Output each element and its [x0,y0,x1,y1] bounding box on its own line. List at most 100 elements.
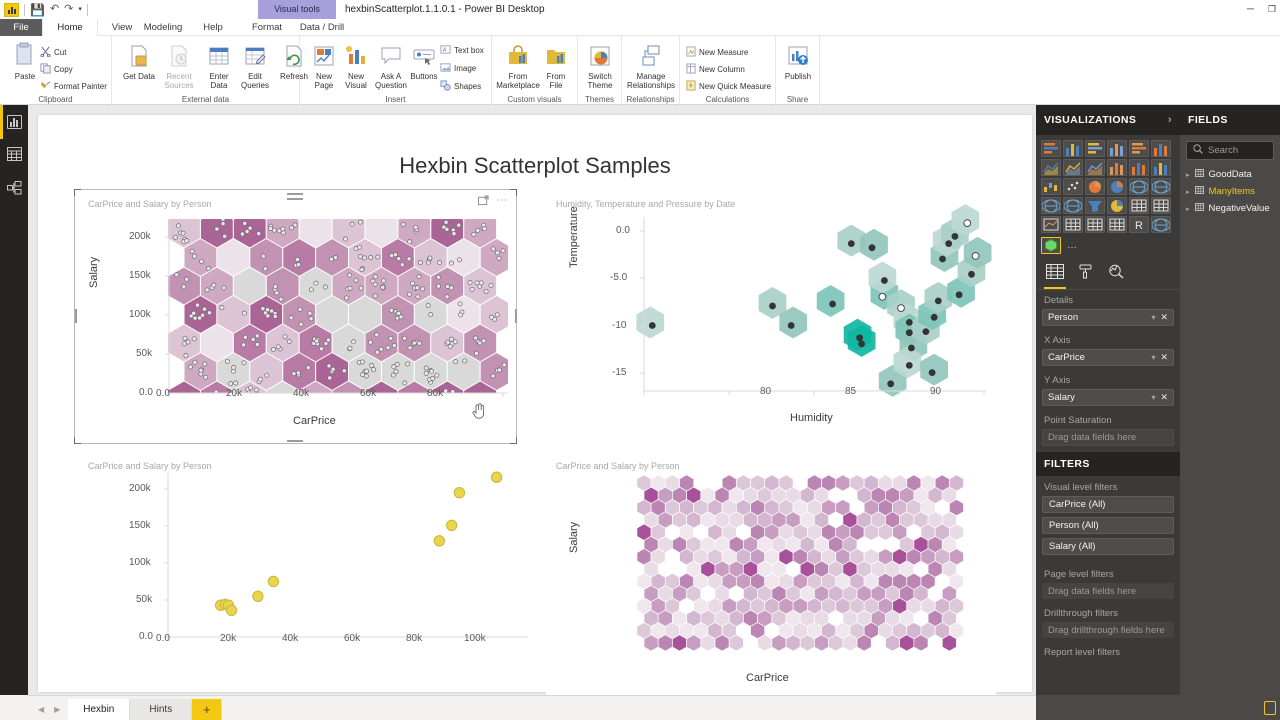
fit-to-page-icon[interactable] [1264,701,1276,715]
ribbon-recent-sources-button[interactable]: Recent Sources [158,44,200,90]
resize-handle-top-left[interactable] [74,189,81,196]
page-nav-arrows[interactable]: ◀ ▶ [28,705,68,720]
ribbon-buttons-button[interactable]: Buttons [408,44,440,81]
ribbon-from-marketplace-button[interactable]: From Marketplace [496,44,540,90]
shape-map-icon[interactable] [1063,197,1083,214]
resize-handle-top-2[interactable] [287,198,303,200]
drillthrough-filters-dropzone[interactable]: Drag drillthrough fields here [1042,622,1174,638]
customize-qat-icon[interactable]: ▾ [78,6,82,13]
ribbon-manage-relationships-button[interactable]: Manage Relationships [626,44,676,90]
sidebar-item-model-view[interactable] [0,173,28,207]
matrix-icon[interactable] [1107,216,1127,233]
stacked-bar-chart-icon[interactable] [1041,140,1061,157]
r-script-visual-icon[interactable]: R [1129,216,1149,233]
more-options-icon[interactable]: ⋯ [497,195,508,206]
page-level-filters-dropzone[interactable]: Drag data fields here [1042,583,1174,599]
page-tab-hexbin[interactable]: Hexbin [68,699,131,720]
hundred-percent-stacked-column-icon[interactable] [1151,140,1171,157]
more-visuals-icon[interactable]: … [1067,240,1078,251]
scatter-chart-icon[interactable] [1063,178,1083,195]
ribbon-new-visual-button[interactable]: New Visual [340,44,372,90]
filter-chip-salary[interactable]: Salary (All) [1042,538,1174,555]
hundred-percent-stacked-bar-icon[interactable] [1129,140,1149,157]
well-dropzone-point-saturation[interactable]: Drag data fields here [1042,429,1174,446]
gauge-icon[interactable] [1107,197,1127,214]
sidebar-item-data-view[interactable] [0,139,28,173]
ribbon-text-box-button[interactable]: A Text box [440,44,484,57]
chevron-down-icon[interactable]: ▾ [1151,353,1155,362]
clustered-bar-chart-icon[interactable] [1085,140,1105,157]
ribbon-cut-button[interactable]: Cut [40,46,66,59]
chevron-down-icon[interactable]: ▾ [1151,313,1155,322]
resize-handle-top[interactable] [287,193,303,195]
ribbon-format-painter-button[interactable]: Format Painter [40,80,107,93]
ribbon-new-page-button[interactable]: New Page [306,44,342,90]
tab-help[interactable]: Help [192,19,234,36]
tab-modeling[interactable]: Modeling [132,19,194,36]
expand-icon[interactable]: ▸ [1186,171,1190,179]
hexbin-scatterplot-custom-visual-icon[interactable] [1041,237,1061,254]
ribbon-edit-queries-button[interactable]: Edit Queries [236,44,274,90]
ribbon-copy-button[interactable]: Copy [40,63,73,76]
well-chip-salary[interactable]: Salary ▾ ✕ [1042,389,1174,406]
tab-data-drill[interactable]: Data / Drill [292,19,352,36]
fields-grid-icon[interactable] [1044,264,1066,289]
tab-file[interactable]: File [0,19,42,36]
next-page-icon[interactable]: ▶ [54,705,60,714]
field-table-manyitems[interactable]: ▸ ManyItems [1180,183,1280,200]
expand-icon[interactable]: ▸ [1186,205,1190,213]
filled-map-icon[interactable] [1041,197,1061,214]
ribbon-from-file-button[interactable]: From File [540,44,572,90]
tab-format[interactable]: Format [244,19,290,36]
ribbon-publish-button[interactable]: Publish [780,44,816,81]
resize-handle-left[interactable] [75,309,77,323]
kpi-icon[interactable] [1041,216,1061,233]
tab-home[interactable]: Home [42,19,98,36]
add-page-button[interactable]: + [192,699,223,720]
visual-carprice-salary-scatter[interactable]: CarPrice and Salary by Person 0.0 20k 40… [78,455,530,685]
page-tab-hints[interactable]: Hints [130,699,193,720]
resize-handle-right[interactable] [515,309,517,323]
table-icon[interactable] [1085,216,1105,233]
filter-chip-carprice[interactable]: CarPrice (All) [1042,496,1174,513]
line-clustered-column-icon[interactable] [1129,159,1149,176]
undo-icon[interactable]: ↶ [50,4,59,15]
visual-humidity-temperature[interactable]: Humidity, Temperature and Pressure by Da… [546,193,996,443]
ribbon-ask-question-button[interactable]: Ask A Question [372,44,410,90]
save-icon[interactable]: 💾 [30,4,45,16]
ribbon-switch-theme-button[interactable]: Switch Theme [582,44,618,90]
chevron-down-icon[interactable]: ▾ [1151,393,1155,402]
resize-handle-bottom[interactable] [287,440,303,442]
field-table-gooddata[interactable]: ▸ GoodData [1180,166,1280,183]
ribbon-chart-icon[interactable] [1151,159,1171,176]
ribbon-enter-data-button[interactable]: Enter Data [202,44,236,90]
treemap-icon[interactable] [1129,178,1149,195]
line-chart-icon[interactable] [1041,159,1061,176]
previous-page-icon[interactable]: ◀ [38,705,44,714]
line-stacked-column-icon[interactable] [1107,159,1127,176]
funnel-icon[interactable] [1085,197,1105,214]
donut-chart-icon[interactable] [1107,178,1127,195]
pie-chart-icon[interactable] [1085,178,1105,195]
ribbon-paste-button[interactable]: Paste [8,42,42,81]
ribbon-new-quick-measure-button[interactable]: New Quick Measure [686,80,771,93]
restore-button[interactable]: ❐ [1268,4,1276,15]
remove-field-icon[interactable]: ✕ [1160,392,1168,403]
well-chip-person[interactable]: Person ▾ ✕ [1042,309,1174,326]
expand-icon[interactable]: ▸ [1186,188,1190,196]
filter-chip-person[interactable]: Person (All) [1042,517,1174,534]
well-chip-carprice[interactable]: CarPrice ▾ ✕ [1042,349,1174,366]
stacked-column-chart-icon[interactable] [1063,140,1083,157]
ribbon-new-column-button[interactable]: New Column [686,63,745,76]
stacked-area-chart-icon[interactable] [1085,159,1105,176]
ribbon-shapes-button[interactable]: Shapes [440,80,481,93]
focus-mode-icon[interactable] [478,195,489,209]
redo-icon[interactable]: ↷ [64,4,73,15]
clustered-column-chart-icon[interactable] [1107,140,1127,157]
collapse-pane-icon[interactable]: › [1168,114,1172,126]
search-input[interactable]: Search [1186,141,1274,160]
waterfall-chart-icon[interactable] [1041,178,1061,195]
card-icon[interactable] [1151,197,1171,214]
visualization-type-gallery[interactable]: R [1036,135,1180,234]
resize-handle-bottom-right[interactable] [510,437,517,444]
